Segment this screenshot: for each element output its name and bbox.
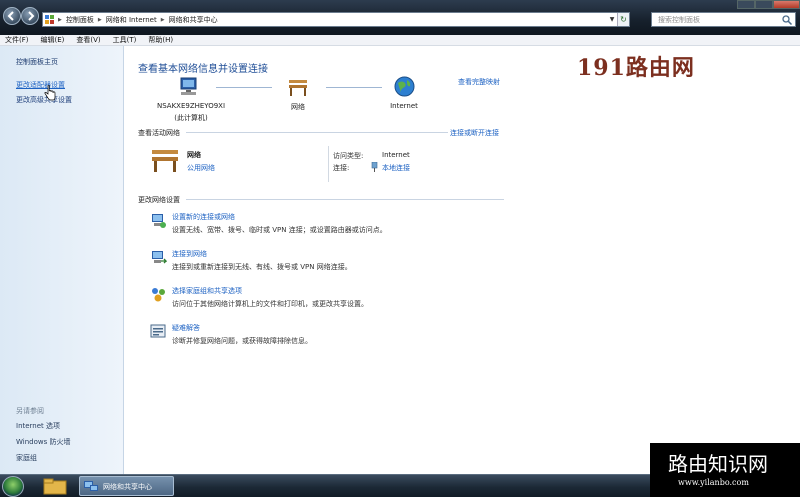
taskbar-task-label: 网络和共享中心 xyxy=(103,483,152,491)
breadcrumb-network-sharing-center[interactable]: 网络和共享中心 xyxy=(166,15,221,25)
watermark-box: 路由知识网 www.yilanbo.com xyxy=(650,443,800,497)
vertical-divider xyxy=(328,146,329,182)
task-title[interactable]: 疑难解答 xyxy=(172,323,200,333)
menu-edit[interactable]: 编辑(E) xyxy=(36,35,65,45)
back-arrow-icon xyxy=(7,11,14,21)
computer-name-label: NSAKXE9ZHEYO9XI xyxy=(156,102,226,110)
task-title[interactable]: 选择家庭组和共享选项 xyxy=(172,286,242,296)
main-content: 查看基本网络信息并设置连接 查看完整映射 NSAKXE9ZHEYO9XI (此计… xyxy=(124,46,800,474)
map-link-line xyxy=(326,87,382,88)
task-description: 连接到或重新连接到无线、有线、拨号或 VPN 网络连接。 xyxy=(172,263,352,271)
connections-label: 连接: xyxy=(333,164,350,172)
task-title[interactable]: 设置新的连接或网络 xyxy=(172,212,235,222)
refresh-icon[interactable]: ↻ xyxy=(617,13,629,26)
local-connection-link[interactable]: 本地连接 xyxy=(382,163,410,173)
task-title[interactable]: 连接到网络 xyxy=(172,249,207,259)
see-also-heading: 另请参阅 xyxy=(16,407,44,415)
address-box[interactable]: ▶ 控制面板 ▶ 网络和 Internet ▶ 网络和共享中心 ▼ ↻ xyxy=(42,12,630,27)
network-adapter-icon xyxy=(371,162,378,172)
taskbar-network-center[interactable]: 网络和共享中心 xyxy=(79,476,174,496)
hand-cursor-icon xyxy=(44,85,56,101)
start-button[interactable] xyxy=(2,476,24,497)
section-divider xyxy=(186,199,504,200)
maximize-button[interactable] xyxy=(755,0,773,9)
network-center-icon xyxy=(84,481,98,491)
task-description: 诊断并修复网络问题，或获得故障排除信息。 xyxy=(172,337,312,345)
this-computer-label: (此计算机) xyxy=(174,114,208,122)
search-icon xyxy=(782,15,793,26)
watermark-191: 191路由网 xyxy=(577,55,695,81)
homegroup-link[interactable]: 家庭组 xyxy=(16,453,37,463)
connect-disconnect-link[interactable]: 连接或断开连接 xyxy=(450,128,499,138)
minimize-button[interactable] xyxy=(737,0,755,9)
forward-arrow-icon xyxy=(28,11,35,21)
search-placeholder: 搜索控制面板 xyxy=(658,15,700,24)
breadcrumb-network-internet[interactable]: 网络和 Internet xyxy=(103,15,160,25)
change-adapter-settings-link[interactable]: 更改适配器设置 xyxy=(16,80,65,90)
page-title: 查看基本网络信息并设置连接 xyxy=(138,64,268,75)
close-button[interactable] xyxy=(773,0,800,9)
map-link-line xyxy=(216,87,272,88)
computer-icon xyxy=(180,77,197,95)
forward-button[interactable] xyxy=(21,7,39,25)
access-type-label: 访问类型: xyxy=(333,152,364,160)
task-description: 访问位于其他网络计算机上的文件和打印机，或更改共享设置。 xyxy=(172,300,368,308)
network-type-link[interactable]: 公用网络 xyxy=(187,163,215,173)
network-node-label: 网络 xyxy=(291,103,305,111)
explorer-folder-icon[interactable] xyxy=(42,476,68,496)
new-connection-icon xyxy=(152,214,166,228)
see-full-map-link[interactable]: 查看完整映射 xyxy=(458,77,500,87)
watermark-url: www.yilanbo.com xyxy=(678,478,749,487)
active-networks-heading: 查看活动网络 xyxy=(138,129,180,137)
bench-icon xyxy=(289,80,307,96)
windows-firewall-link[interactable]: Windows 防火墙 xyxy=(16,437,70,447)
search-input[interactable]: 搜索控制面板 xyxy=(651,12,796,27)
menu-view[interactable]: 查看(V) xyxy=(71,35,100,45)
menu-help[interactable]: 帮助(H) xyxy=(143,35,173,45)
control-panel-home-link[interactable]: 控制面板主页 xyxy=(16,57,58,67)
globe-icon xyxy=(394,76,415,97)
watermark-title: 路由知识网 xyxy=(668,452,768,476)
access-type-value: Internet xyxy=(382,151,410,159)
homegroup-icon xyxy=(152,288,165,302)
menu-file[interactable]: 文件(F) xyxy=(0,35,29,45)
internet-options-link[interactable]: Internet 选项 xyxy=(16,421,60,431)
menu-tools[interactable]: 工具(T) xyxy=(108,35,137,45)
left-pane: 控制面板主页 更改适配器设置 更改高级共享设置 另请参阅 Internet 选项… xyxy=(0,46,124,474)
task-description: 设置无线、宽带、拨号、临时或 VPN 连接；或设置路由器或访问点。 xyxy=(172,226,387,234)
control-panel-icon xyxy=(43,13,57,26)
back-button[interactable] xyxy=(3,7,21,25)
section-divider xyxy=(186,132,448,133)
address-bar-area: ▶ 控制面板 ▶ 网络和 Internet ▶ 网络和共享中心 ▼ ↻ 搜索控制… xyxy=(0,0,800,35)
connect-network-icon xyxy=(152,251,167,264)
menu-bar: 文件(F) 编辑(E) 查看(V) 工具(T) 帮助(H) xyxy=(0,35,800,46)
internet-node-label: Internet xyxy=(390,102,418,110)
breadcrumb-control-panel[interactable]: 控制面板 xyxy=(63,15,97,25)
bench-icon xyxy=(152,150,178,172)
change-settings-heading: 更改网络设置 xyxy=(138,196,180,204)
troubleshoot-icon xyxy=(150,324,166,338)
chevron-down-icon[interactable]: ▼ xyxy=(607,13,617,26)
active-network-name: 网络 xyxy=(187,151,201,159)
